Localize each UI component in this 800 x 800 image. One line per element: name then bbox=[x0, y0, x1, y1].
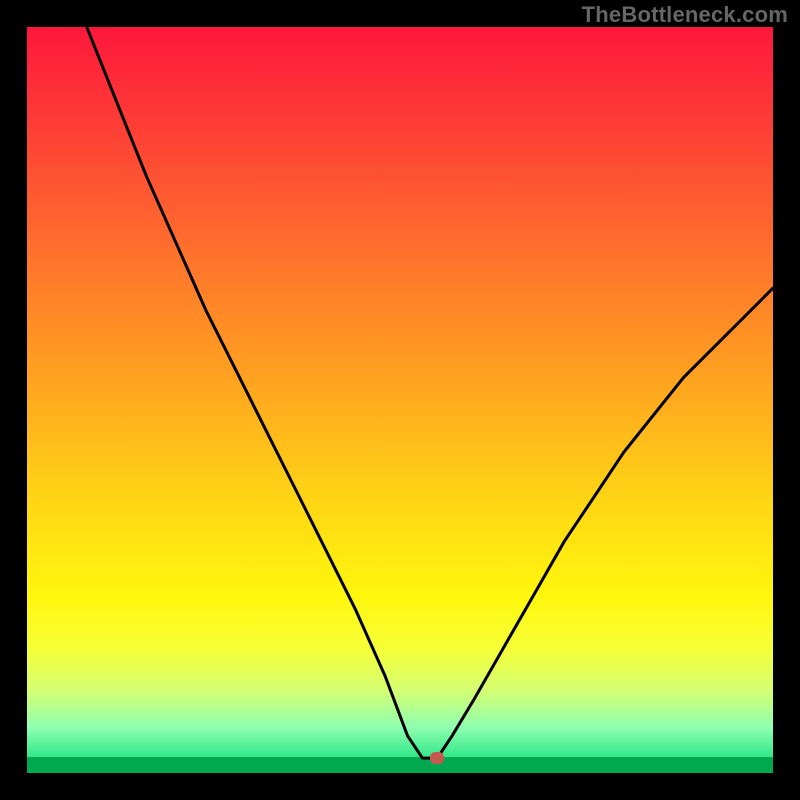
plot-area bbox=[27, 27, 773, 773]
chart-frame: TheBottleneck.com bbox=[0, 0, 800, 800]
watermark-text: TheBottleneck.com bbox=[582, 2, 788, 28]
bottleneck-curve bbox=[27, 27, 773, 773]
optimal-point-marker bbox=[430, 752, 444, 764]
